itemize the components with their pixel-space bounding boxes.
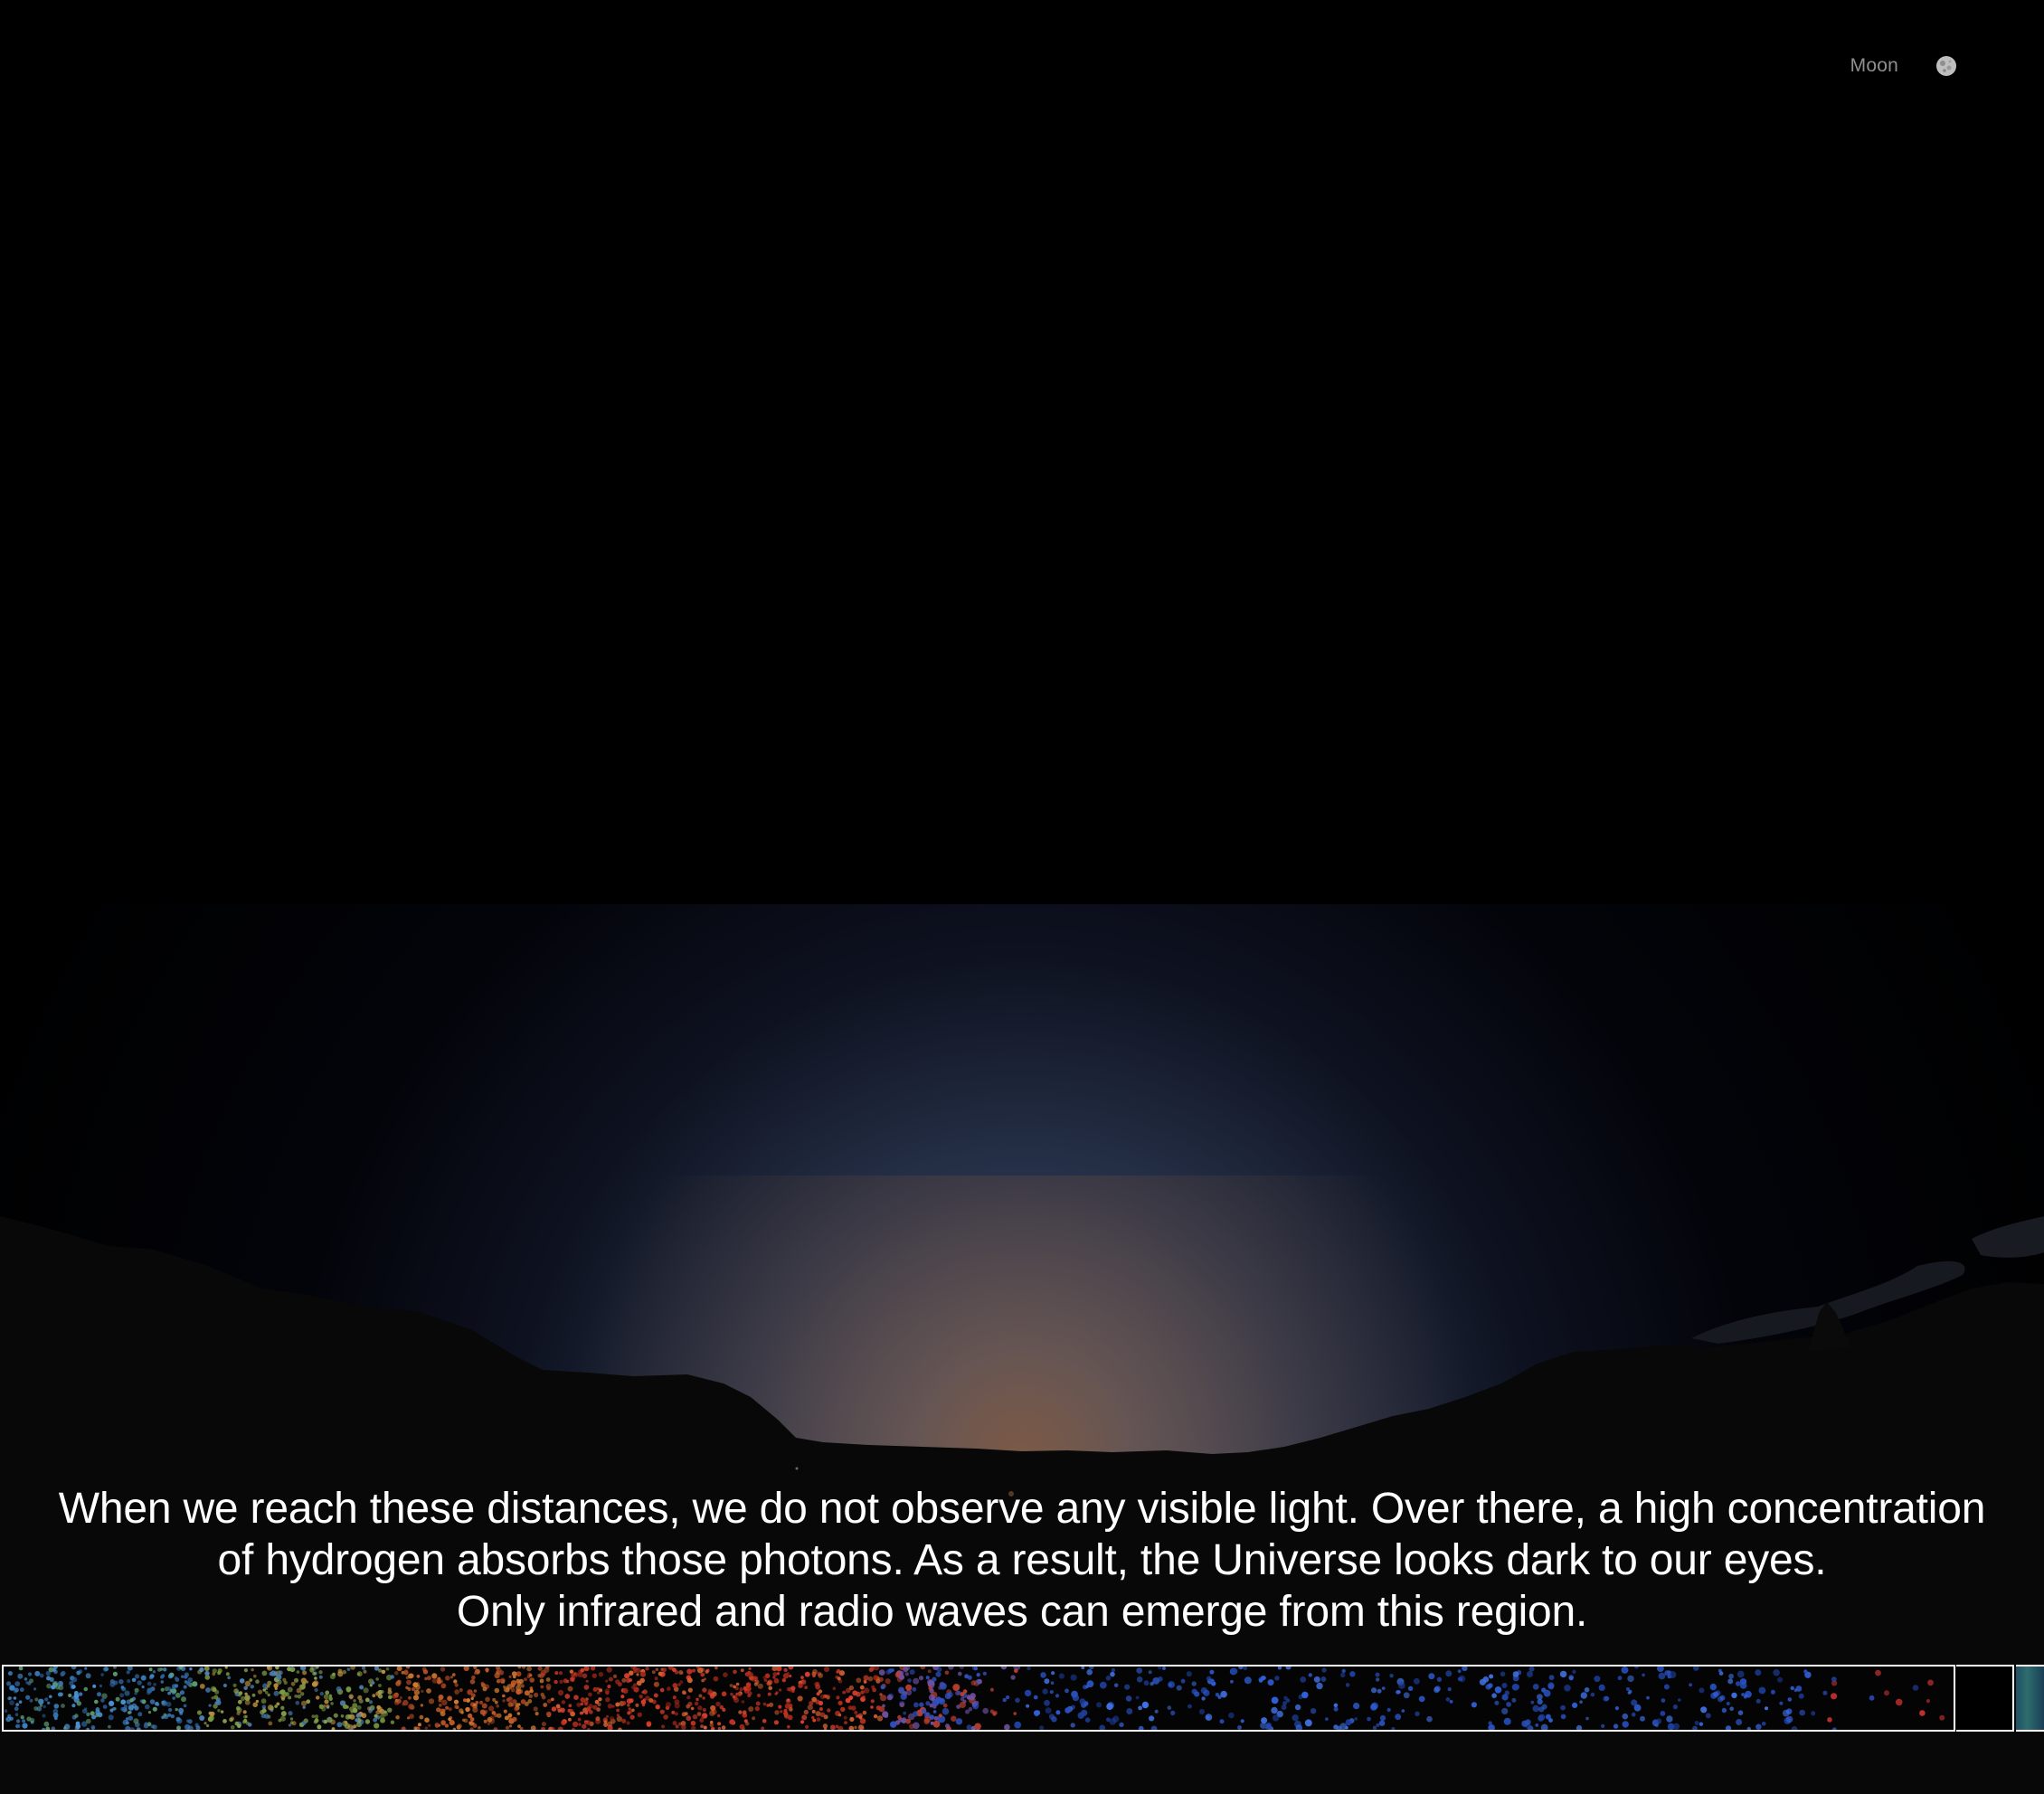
- timeline-dark-segment[interactable]: [1956, 1665, 2014, 1732]
- moon-nav-label[interactable]: Moon: [1850, 55, 1898, 77]
- narration-caption: When we reach these distances, we do not…: [0, 1483, 2044, 1638]
- top-navigation: Moon: [1850, 54, 1958, 78]
- caption-line-2: of hydrogen absorbs those photons. As a …: [217, 1536, 1827, 1584]
- caption-line-1: When we reach these distances, we do not…: [58, 1485, 1986, 1533]
- night-sky-scene: Moon When we reach these distances, we d…: [0, 0, 2044, 1794]
- moon-icon[interactable]: [1935, 54, 1958, 78]
- galaxy-survey-strip[interactable]: [2, 1665, 1955, 1732]
- distance-timeline: [0, 1665, 2044, 1732]
- caption-line-3: Only infrared and radio waves can emerge…: [456, 1588, 1588, 1636]
- timeline-cmb-segment[interactable]: [2016, 1665, 2044, 1732]
